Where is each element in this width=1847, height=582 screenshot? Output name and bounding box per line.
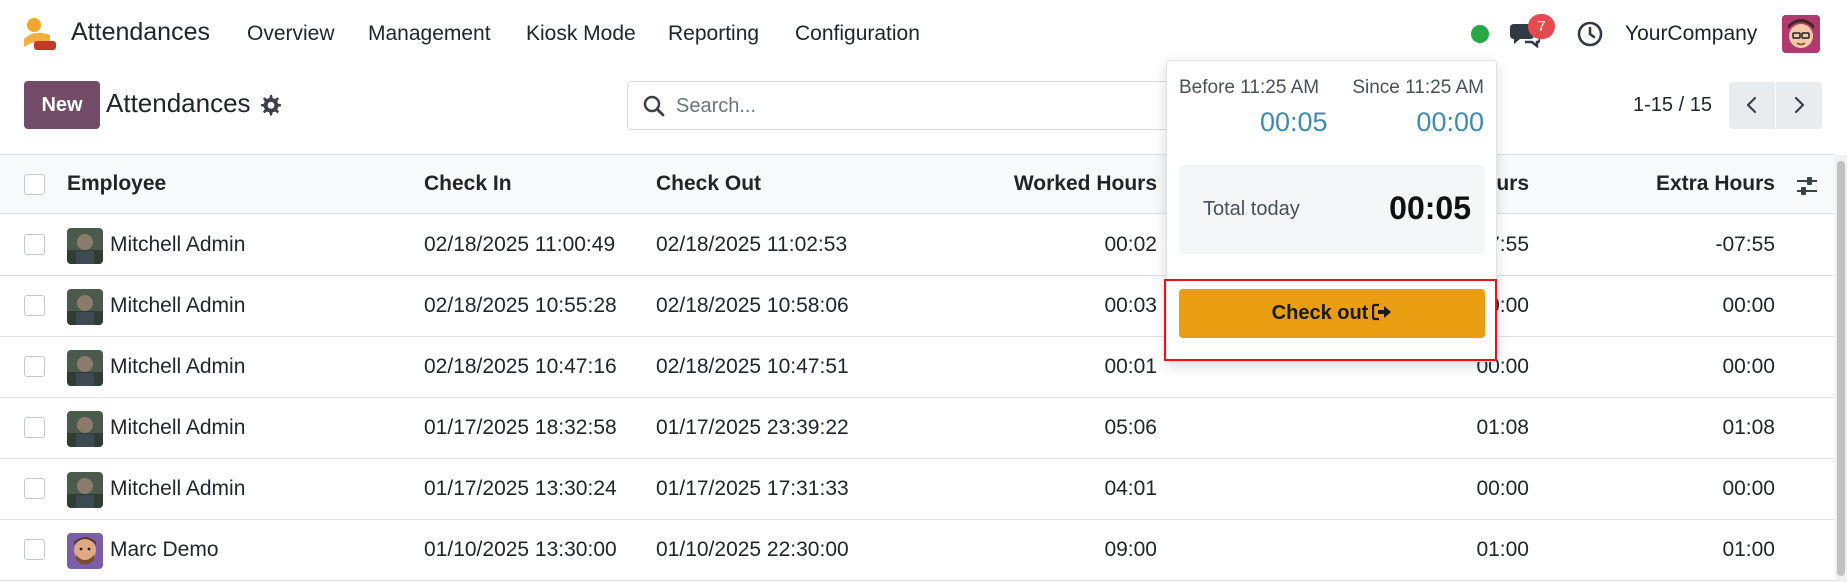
employee-name: Mitchell Admin <box>110 233 246 256</box>
employee-name: Mitchell Admin <box>110 294 246 317</box>
new-button[interactable]: New <box>24 81 100 129</box>
check-out-value: 01/10/2025 22:30:00 <box>656 538 849 561</box>
table-header: Employee Check In Check Out Worked Hours… <box>0 154 1835 214</box>
row-checkbox[interactable] <box>24 234 45 255</box>
table-row[interactable]: Mitchell Admin 02/18/2025 10:55:28 02/18/2… <box>0 276 1835 337</box>
before-value: 00:05 <box>1260 107 1328 137</box>
row-checkbox[interactable] <box>24 417 45 438</box>
company-switcher[interactable]: YourCompany <box>1625 22 1757 46</box>
extra-hours-value: 00:00 <box>1722 355 1775 378</box>
row-checkbox[interactable] <box>24 539 45 560</box>
pager-previous-button[interactable] <box>1729 82 1775 129</box>
extra-hours-value: 01:08 <box>1722 416 1775 439</box>
clock-icon[interactable] <box>1577 21 1603 47</box>
worked-hours-value: 04:01 <box>1104 477 1157 500</box>
check-in-value: 02/18/2025 10:47:16 <box>424 355 617 378</box>
check-out-value: 01/17/2025 23:39:22 <box>656 416 849 439</box>
check-in-value: 02/18/2025 10:55:28 <box>424 294 617 317</box>
presence-status-dot[interactable] <box>1471 25 1489 43</box>
employee-name: Mitchell Admin <box>110 477 246 500</box>
search-bar[interactable] <box>627 81 1187 130</box>
select-all-checkbox[interactable] <box>24 174 45 195</box>
menu-kiosk-mode[interactable]: Kiosk Mode <box>526 22 636 46</box>
check-in-value: 01/17/2025 13:30:24 <box>424 477 617 500</box>
check-out-highlight-box <box>1164 279 1497 361</box>
since-value: 00:00 <box>1416 107 1484 137</box>
pager-value[interactable]: 1-15 / 15 <box>1633 94 1712 117</box>
table-row[interactable]: Mitchell Admin 02/18/2025 10:47:16 02/18/2… <box>0 337 1835 398</box>
worked-hours-value: 00:01 <box>1104 355 1157 378</box>
chat-badge: 7 <box>1528 14 1555 39</box>
check-out-value: 01/17/2025 17:31:33 <box>656 477 849 500</box>
worked-hours-value: 05:06 <box>1104 416 1157 439</box>
pager-next-button[interactable] <box>1776 82 1822 129</box>
row-checkbox[interactable] <box>24 356 45 377</box>
search-input[interactable] <box>676 91 1156 121</box>
column-check-in[interactable]: Check In <box>424 172 512 196</box>
worked-hours-value: 09:00 <box>1104 538 1157 561</box>
overtime-hours-value: 00:00 <box>1476 477 1529 500</box>
attendances-app-icon[interactable] <box>22 17 58 51</box>
worked-hours-value: 00:03 <box>1104 294 1157 317</box>
menu-management[interactable]: Management <box>368 22 491 46</box>
employee-avatar <box>67 411 103 447</box>
gear-icon[interactable] <box>259 94 281 116</box>
row-checkbox[interactable] <box>24 295 45 316</box>
table-scrollbar[interactable] <box>1835 155 1847 582</box>
overtime-hours-value: 01:08 <box>1476 416 1529 439</box>
top-navbar: Attendances Overview Management Kiosk Mo… <box>0 0 1847 68</box>
since-label: Since 11:25 AM <box>1352 77 1484 98</box>
app-name[interactable]: Attendances <box>71 18 210 47</box>
column-extra-hours[interactable]: Extra Hours <box>1656 172 1775 196</box>
scrollbar-thumb[interactable] <box>1837 161 1845 576</box>
check-out-value: 02/18/2025 11:02:53 <box>656 233 848 256</box>
check-in-value: 01/17/2025 18:32:58 <box>424 416 617 439</box>
column-options-icon[interactable] <box>1795 174 1819 198</box>
search-icon <box>643 95 665 117</box>
extra-hours-value: -07:55 <box>1715 233 1775 256</box>
before-label: Before 11:25 AM <box>1179 77 1320 98</box>
total-today-label: Total today <box>1203 198 1300 220</box>
total-today-box: Total today 00:05 <box>1179 165 1485 254</box>
employee-name: Mitchell Admin <box>110 416 246 439</box>
table-row[interactable]: Mitchell Admin 01/17/2025 18:32:58 01/17/2… <box>0 398 1835 459</box>
row-checkbox[interactable] <box>24 478 45 499</box>
extra-hours-value: 00:00 <box>1722 294 1775 317</box>
menu-configuration[interactable]: Configuration <box>795 22 920 46</box>
employee-avatar <box>67 289 103 325</box>
employee-avatar <box>67 472 103 508</box>
employee-avatar <box>67 350 103 386</box>
chevron-left-icon <box>1746 96 1757 114</box>
chevron-right-icon <box>1794 96 1805 114</box>
column-overtime-hours[interactable]: urs <box>1496 172 1529 196</box>
check-out-value: 02/18/2025 10:47:51 <box>656 355 849 378</box>
check-in-value: 02/18/2025 11:00:49 <box>424 233 616 256</box>
column-worked-hours[interactable]: Worked Hours <box>1014 172 1157 196</box>
extra-hours-value: 01:00 <box>1722 538 1775 561</box>
table-row[interactable]: Mitchell Admin 01/17/2025 13:30:24 01/17/2… <box>0 459 1835 520</box>
worked-hours-value: 00:02 <box>1104 233 1157 256</box>
column-check-out[interactable]: Check Out <box>656 172 761 196</box>
total-today-value: 00:05 <box>1389 190 1471 226</box>
page-title[interactable]: Attendances <box>106 88 251 119</box>
table-row[interactable]: Marc Demo 01/10/2025 13:30:00 01/10/2025 2… <box>0 520 1835 581</box>
employee-avatar <box>67 228 103 264</box>
column-employee[interactable]: Employee <box>67 172 166 196</box>
extra-hours-value: 00:00 <box>1722 477 1775 500</box>
menu-reporting[interactable]: Reporting <box>668 22 759 46</box>
check-in-value: 01/10/2025 13:30:00 <box>424 538 617 561</box>
overtime-hours-value: 01:00 <box>1476 538 1529 561</box>
table-row[interactable]: Mitchell Admin 02/18/2025 11:00:49 02/18/2… <box>0 215 1835 276</box>
check-out-value: 02/18/2025 10:58:06 <box>656 294 849 317</box>
employee-name: Mitchell Admin <box>110 355 246 378</box>
user-avatar[interactable] <box>1782 15 1820 53</box>
employee-avatar <box>67 533 103 569</box>
employee-name: Marc Demo <box>110 538 219 561</box>
menu-overview[interactable]: Overview <box>247 22 335 46</box>
